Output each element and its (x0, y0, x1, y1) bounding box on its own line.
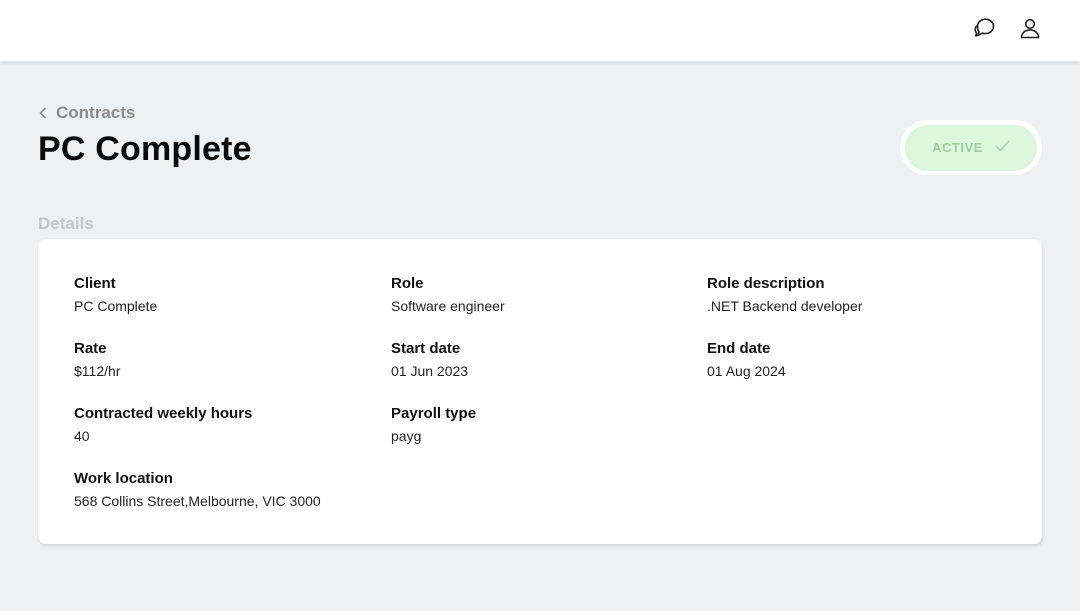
field-weekly-hours: Contracted weekly hours 40 (74, 405, 252, 444)
field-rate: Rate $112/hr (74, 340, 120, 379)
status-badge-container: ACTIVE (900, 120, 1042, 175)
field-label: End date (707, 340, 771, 357)
field-value: PC Complete (74, 298, 158, 314)
field-role-description: Role description .NET Backend developer (707, 275, 862, 314)
chat-icon[interactable] (971, 14, 999, 42)
field-label: Client (74, 275, 116, 292)
field-value: Software engineer (391, 298, 505, 314)
status-badge: ACTIVE (905, 124, 1037, 171)
field-value: $112/hr (74, 363, 121, 379)
chevron-left-icon (38, 107, 48, 119)
field-work-location: Work location 568 Collins Street,Melbour… (74, 470, 321, 509)
user-icon[interactable] (1016, 14, 1044, 42)
breadcrumb-back-link[interactable]: Contracts (38, 103, 135, 123)
field-client: Client PC Complete (74, 275, 157, 314)
field-label: Payroll type (391, 405, 477, 422)
field-payroll-type: Payroll type payg (391, 405, 476, 444)
field-label: Contracted weekly hours (74, 405, 253, 422)
top-bar (0, 0, 1080, 62)
field-value: .NET Backend developer (707, 298, 863, 314)
details-card: Client PC Complete Role Software enginee… (38, 239, 1042, 544)
field-label: Work location (74, 470, 173, 487)
field-end-date: End date 01 Aug 2024 (707, 340, 786, 379)
field-value: 01 Jun 2023 (391, 363, 469, 379)
field-start-date: Start date 01 Jun 2023 (391, 340, 468, 379)
field-value: 40 (74, 428, 90, 444)
status-label: ACTIVE (932, 140, 983, 155)
field-label: Rate (74, 340, 107, 357)
field-value: payg (391, 428, 422, 444)
details-section-label: Details (38, 214, 94, 233)
field-value: 568 Collins Street,Melbourne, VIC 3000 (74, 493, 321, 509)
page-title: PC Complete (38, 130, 252, 168)
check-icon (995, 140, 1010, 155)
field-value: 01 Aug 2024 (707, 363, 786, 379)
breadcrumb-label: Contracts (56, 103, 136, 122)
field-label: Role (391, 275, 424, 292)
field-role: Role Software engineer (391, 275, 505, 314)
field-label: Start date (391, 340, 461, 357)
field-label: Role description (707, 275, 825, 292)
